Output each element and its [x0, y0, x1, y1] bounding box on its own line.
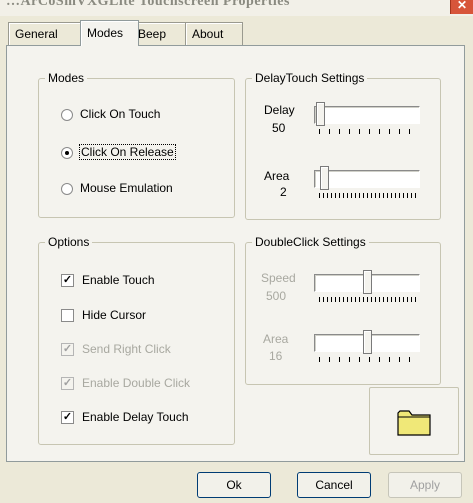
doubleclick-area-label: Area	[263, 332, 289, 346]
close-icon[interactable]: ✕	[450, 0, 473, 14]
label-click-on-touch: Click On Touch	[80, 107, 161, 121]
apply-button[interactable]: Apply	[388, 472, 462, 498]
delaytouch-area-slider-track[interactable]	[314, 170, 420, 188]
tab-about[interactable]: About	[185, 22, 243, 45]
title-bar: …ArCoSmVXGLite Touchscreen Properties ✕	[0, 0, 473, 16]
checkbox-enable-double-click[interactable]: ✓	[61, 377, 74, 390]
speed-slider-ticks	[319, 297, 419, 302]
label-hide-cursor: Hide Cursor	[82, 308, 147, 322]
options-group: Options ✓ Enable Touch Hide Cursor ✓ Sen…	[38, 235, 235, 445]
radio-mouse-emulation[interactable]	[61, 183, 73, 195]
checkbox-enable-delay-touch[interactable]: ✓	[61, 411, 74, 424]
delay-slider-thumb[interactable]	[316, 102, 325, 126]
checkbox-hide-cursor[interactable]	[61, 309, 74, 322]
checkbox-enable-touch[interactable]: ✓	[61, 274, 74, 287]
doubleclick-settings-title: DoubleClick Settings	[252, 235, 369, 249]
label-click-on-release: Click On Release	[79, 144, 176, 160]
doubleclick-area-slider-ticks	[319, 357, 419, 362]
ok-button[interactable]: Ok	[197, 472, 271, 498]
modes-group: Modes Click On Touch Click On Release Mo…	[38, 71, 235, 218]
tab-modes[interactable]: Modes	[80, 20, 139, 46]
window-title: …ArCoSmVXGLite Touchscreen Properties	[6, 0, 290, 9]
folder-icon	[397, 410, 431, 436]
folder-preview-box	[369, 387, 459, 455]
speed-label: Speed	[261, 271, 296, 285]
label-enable-double-click: Enable Double Click	[82, 376, 191, 390]
delay-slider-ticks	[319, 129, 419, 134]
doubleclick-settings-group: DoubleClick Settings Speed 500 Area 16	[245, 235, 441, 385]
checkbox-send-right-click[interactable]: ✓	[61, 343, 74, 356]
options-group-title: Options	[45, 235, 93, 249]
delay-value: 50	[272, 121, 286, 135]
label-enable-touch: Enable Touch	[82, 273, 155, 287]
speed-slider-thumb[interactable]	[363, 270, 372, 294]
delay-slider-track[interactable]	[314, 106, 420, 124]
delaytouch-area-label: Area	[264, 169, 290, 183]
modes-group-title: Modes	[45, 71, 88, 85]
delaytouch-area-slider-thumb[interactable]	[320, 166, 329, 190]
delaytouch-settings-group: DelayTouch Settings Delay 50 Area 2	[245, 71, 441, 220]
label-mouse-emulation: Mouse Emulation	[80, 181, 173, 195]
delaytouch-settings-title: DelayTouch Settings	[252, 71, 368, 85]
doubleclick-area-value: 16	[269, 349, 283, 363]
tab-general[interactable]: General	[8, 22, 83, 45]
modes-tab-panel: Modes Click On Touch Click On Release Mo…	[6, 45, 465, 462]
radio-click-on-touch[interactable]	[61, 109, 73, 121]
cancel-button[interactable]: Cancel	[297, 472, 371, 498]
doubleclick-area-slider-thumb[interactable]	[363, 330, 372, 354]
delay-label: Delay	[264, 103, 295, 117]
speed-value: 500	[266, 289, 287, 303]
delaytouch-area-slider-ticks	[319, 193, 419, 198]
radio-click-on-release[interactable]	[61, 147, 73, 159]
label-send-right-click: Send Right Click	[82, 342, 171, 356]
delaytouch-area-value: 2	[280, 185, 287, 199]
label-enable-delay-touch: Enable Delay Touch	[82, 410, 189, 424]
